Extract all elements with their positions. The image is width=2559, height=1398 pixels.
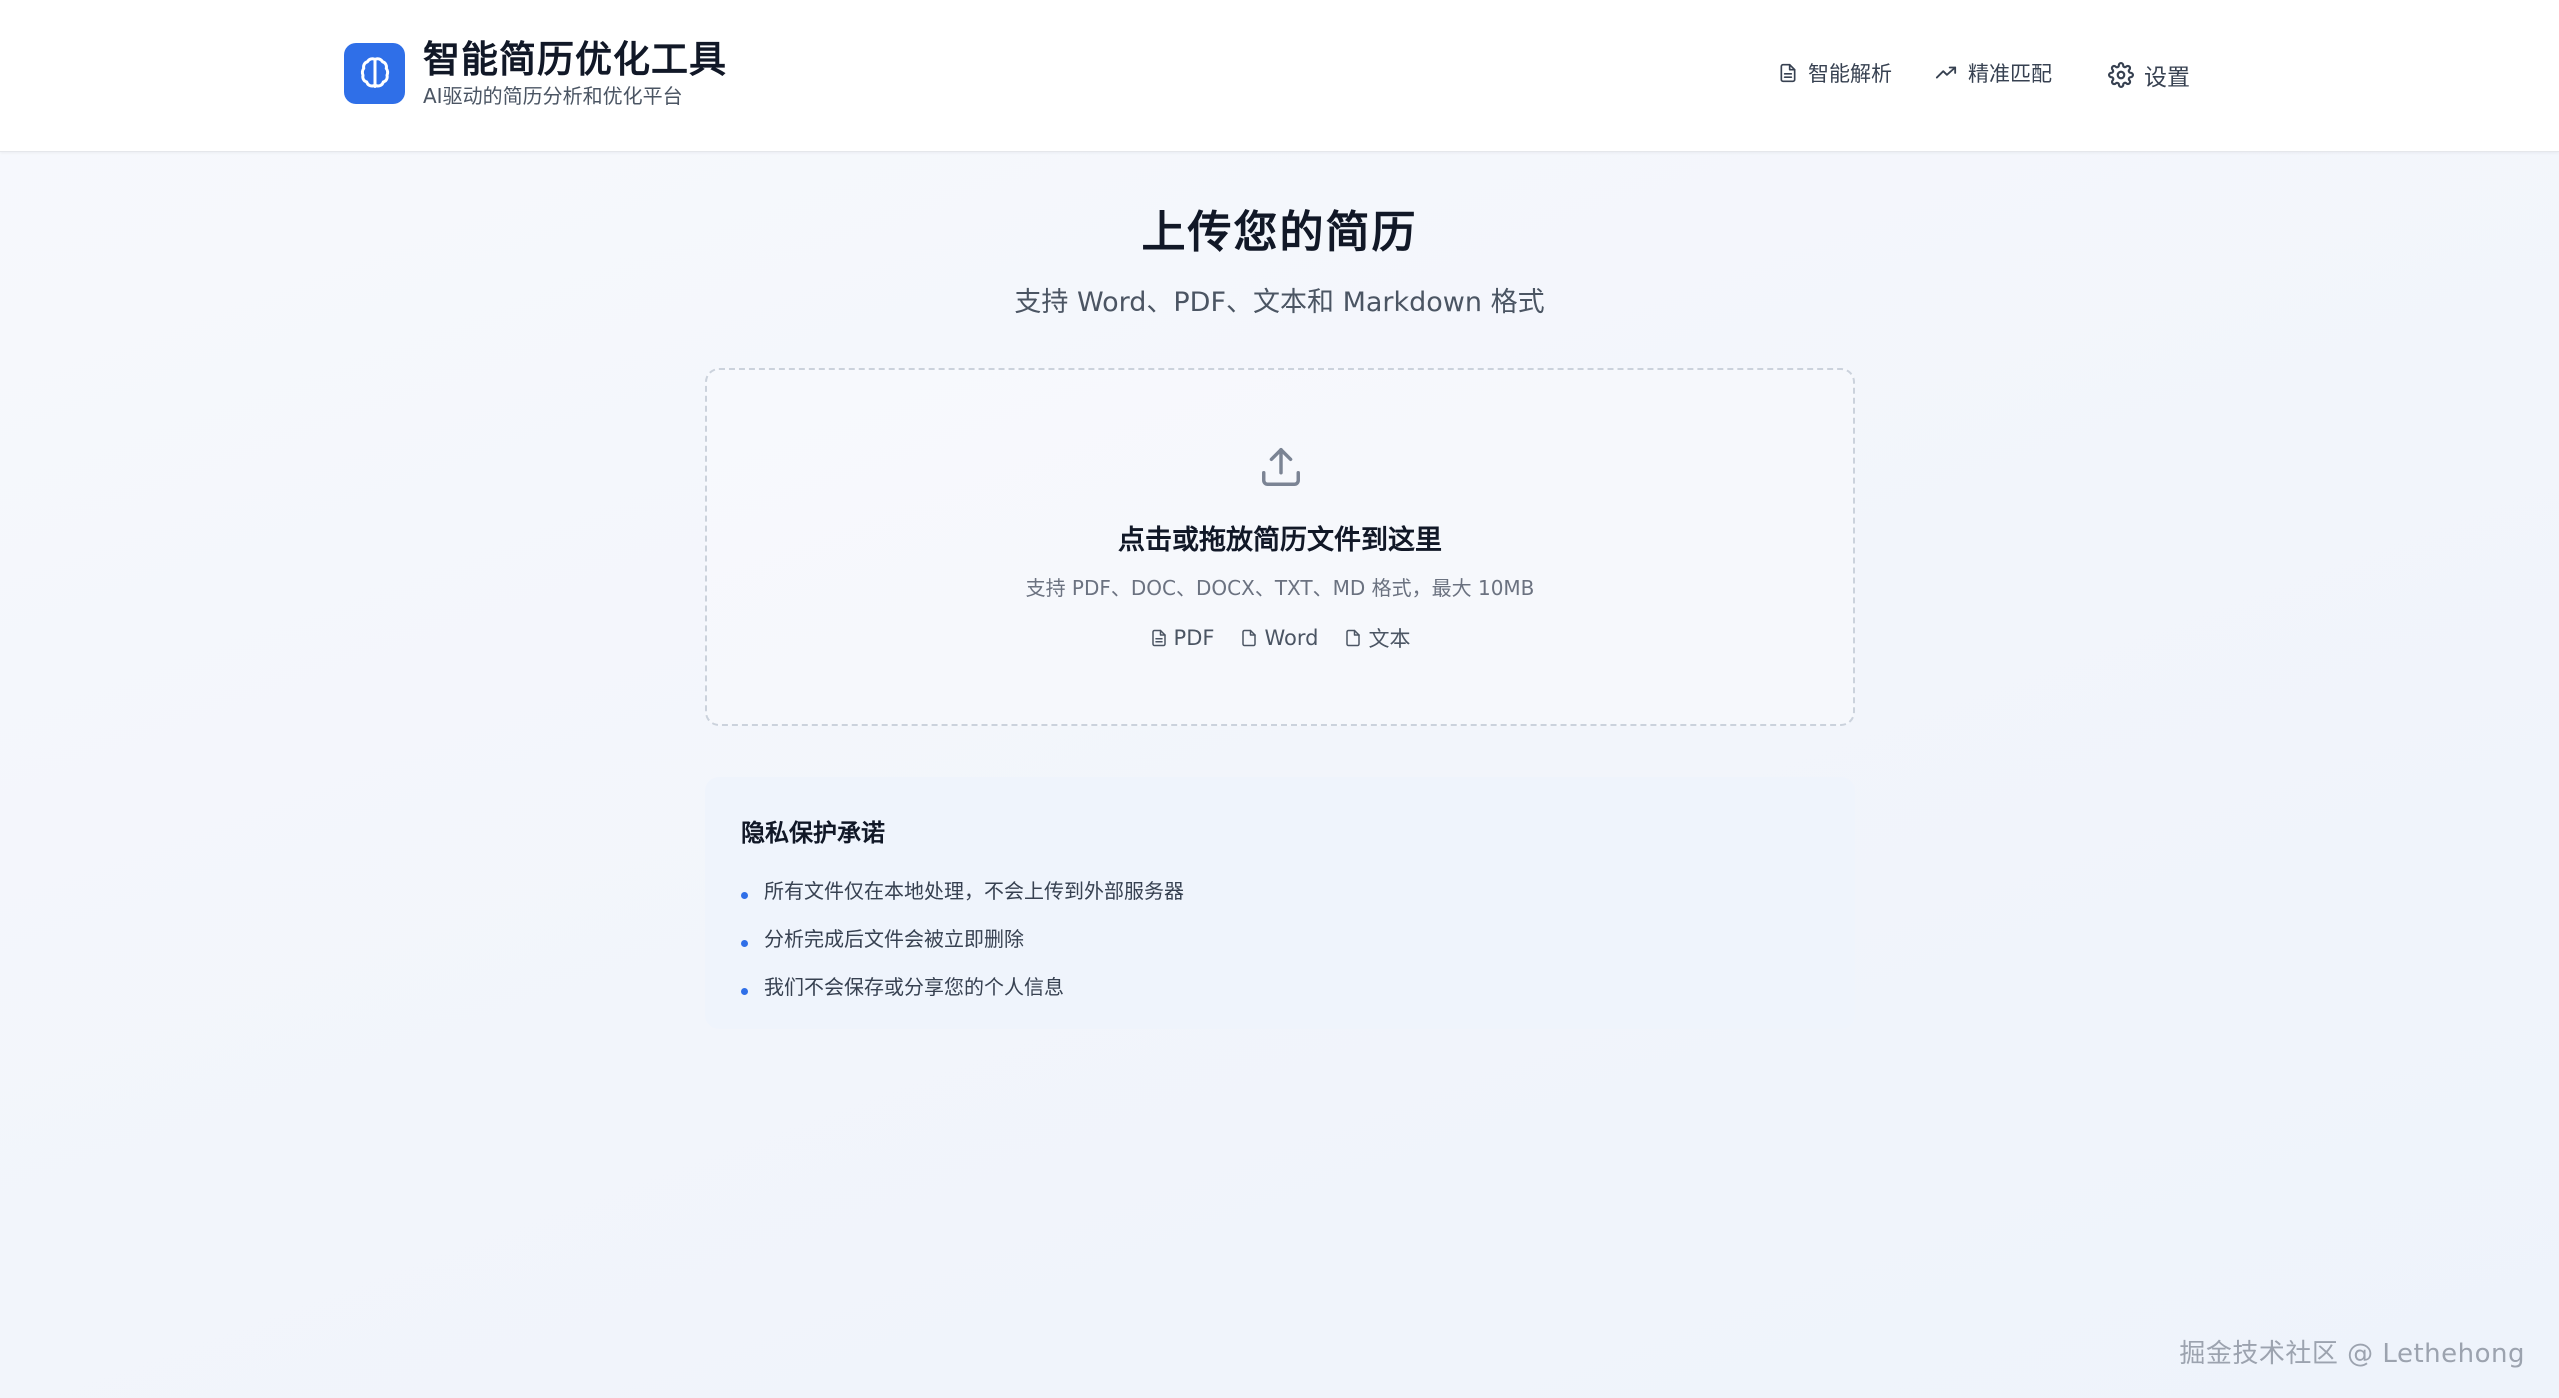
brain-icon bbox=[344, 42, 405, 104]
nav-precise-match[interactable]: 精准匹配 bbox=[1934, 58, 2052, 88]
format-label: 文本 bbox=[1368, 627, 1411, 651]
dropzone-title: 点击或拖放简历文件到这里 bbox=[1118, 525, 1442, 556]
bullet-dot bbox=[741, 891, 748, 899]
page-title: 上传您的简历 bbox=[1141, 207, 1418, 258]
app-header: 智能简历优化工具 AI驱动的简历分析和优化平台 智能解析 精准匹配 设置 bbox=[0, 0, 2559, 152]
list-item: 所有文件仅在本地处理，不会上传到外部服务器 bbox=[741, 865, 1184, 913]
nav-settings[interactable]: 设置 bbox=[2108, 58, 2190, 92]
gear-icon bbox=[2108, 62, 2134, 88]
trending-up-icon bbox=[1935, 66, 1957, 79]
format-text: 文本 bbox=[1344, 623, 1410, 653]
format-word: Word bbox=[1240, 623, 1318, 653]
file-text-icon bbox=[1151, 629, 1166, 647]
app-subtitle: AI驱动的简历分析和优化平台 bbox=[423, 84, 683, 108]
app-title: 智能简历优化工具 bbox=[423, 38, 727, 81]
upload-icon bbox=[1258, 444, 1304, 494]
privacy-list: 所有文件仅在本地处理，不会上传到外部服务器 分析完成后文件会被立即删除 我们不会… bbox=[741, 865, 1184, 1009]
dropzone-hint: 支持 PDF、DOC、DOCX、TXT、MD 格式，最大 10MB bbox=[1025, 576, 1535, 600]
bullet-dot bbox=[741, 939, 748, 947]
format-label: Word bbox=[1264, 626, 1319, 650]
nav-label: 设置 bbox=[2144, 65, 2190, 91]
nav-label: 智能解析 bbox=[1808, 62, 1892, 86]
format-pdf: PDF bbox=[1150, 623, 1215, 653]
file-dropzone[interactable]: 点击或拖放简历文件到这里 支持 PDF、DOC、DOCX、TXT、MD 格式，最… bbox=[705, 368, 1855, 726]
brand-logo[interactable]: 智能简历优化工具 AI驱动的简历分析和优化平台 bbox=[344, 36, 727, 110]
file-icon bbox=[1242, 629, 1257, 647]
watermark: 掘金技术社区 @ Lethehong bbox=[2179, 1339, 2525, 1369]
supported-formats: PDF Word 文本 bbox=[707, 623, 1853, 653]
privacy-item-text: 分析完成后文件会被立即删除 bbox=[764, 926, 1024, 951]
file-icon bbox=[1346, 629, 1361, 647]
list-item: 分析完成后文件会被立即删除 bbox=[741, 913, 1184, 961]
privacy-panel: 隐私保护承诺 所有文件仅在本地处理，不会上传到外部服务器 分析完成后文件会被立即… bbox=[705, 777, 1855, 1029]
bullet-dot bbox=[741, 987, 748, 995]
page-subtitle: 支持 Word、PDF、文本和 Markdown 格式 bbox=[1014, 287, 1545, 318]
privacy-title: 隐私保护承诺 bbox=[741, 819, 885, 847]
nav-label: 精准匹配 bbox=[1968, 62, 2052, 86]
privacy-item-text: 所有文件仅在本地处理，不会上传到外部服务器 bbox=[764, 878, 1184, 903]
nav-smart-parse[interactable]: 智能解析 bbox=[1778, 58, 1892, 88]
format-label: PDF bbox=[1173, 626, 1215, 650]
list-item: 我们不会保存或分享您的个人信息 bbox=[741, 961, 1184, 1009]
document-icon bbox=[1780, 63, 1796, 83]
privacy-item-text: 我们不会保存或分享您的个人信息 bbox=[764, 974, 1064, 999]
